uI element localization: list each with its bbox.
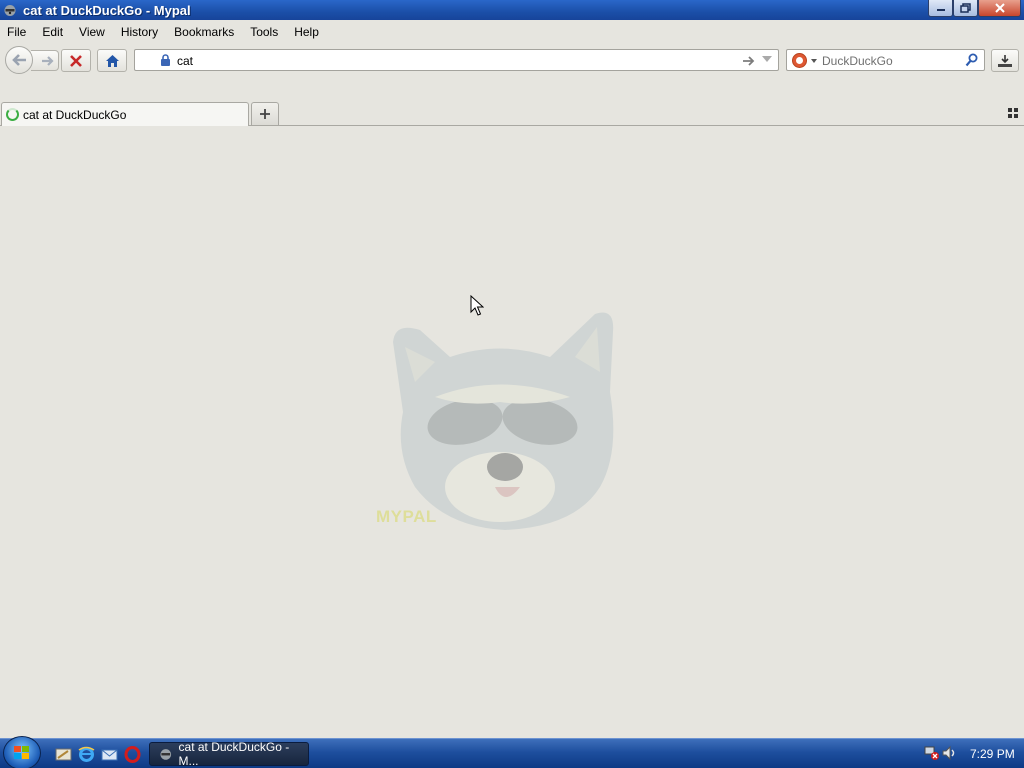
url-input[interactable]: cat	[177, 54, 193, 68]
url-bar[interactable]: cat	[134, 49, 779, 71]
start-button[interactable]	[3, 736, 41, 768]
chevron-down-icon[interactable]	[811, 59, 817, 63]
menu-bar: File Edit View History Bookmarks Tools H…	[0, 22, 327, 42]
downloads-button[interactable]	[991, 49, 1019, 72]
menu-history[interactable]: History	[113, 25, 166, 39]
magnifier-icon[interactable]	[965, 53, 978, 67]
tab-strip: cat at DuckDuckGo	[0, 100, 1024, 126]
tab-label: cat at DuckDuckGo	[23, 108, 127, 122]
lock-icon	[161, 54, 170, 66]
mouse-cursor-icon	[470, 295, 484, 316]
stop-button[interactable]	[61, 49, 91, 72]
back-button[interactable]	[5, 46, 33, 74]
forward-button[interactable]	[31, 50, 59, 71]
list-all-tabs-button[interactable]	[1008, 108, 1018, 118]
close-icon	[994, 3, 1005, 13]
search-input[interactable]: DuckDuckGo	[822, 54, 893, 68]
menu-help[interactable]: Help	[286, 25, 327, 39]
navigation-toolbar: cat DuckDuckGo	[0, 44, 1024, 76]
taskbar: cat at DuckDuckGo - M... 7:29 PM	[0, 736, 1024, 768]
plus-icon	[260, 109, 270, 119]
stop-icon	[70, 54, 82, 67]
minimize-icon	[936, 9, 945, 11]
downloads-icon	[998, 54, 1012, 67]
loading-spinner-icon	[6, 108, 19, 121]
mypal-raccoon-logo	[393, 312, 614, 530]
search-bar[interactable]: DuckDuckGo	[786, 49, 985, 71]
windows-logo-icon	[14, 746, 29, 759]
url-history-dropdown[interactable]	[762, 56, 772, 62]
new-tab-button[interactable]	[251, 102, 279, 125]
back-arrow-icon	[12, 54, 26, 66]
mail-icon[interactable]	[101, 746, 118, 763]
menu-file[interactable]: File	[0, 25, 34, 39]
page-content[interactable]: MYPAL	[0, 127, 1024, 737]
restore-button[interactable]	[953, 0, 978, 17]
clock[interactable]: 7:29 PM	[970, 747, 1015, 761]
mypal-app-icon	[160, 749, 172, 760]
restore-icon	[960, 3, 971, 13]
forward-arrow-icon	[41, 55, 54, 66]
network-icon[interactable]	[924, 745, 940, 761]
home-button[interactable]	[97, 49, 127, 72]
opera-icon[interactable]	[124, 746, 141, 763]
internet-explorer-icon[interactable]	[78, 746, 95, 763]
go-arrow-icon[interactable]	[742, 54, 756, 68]
menu-edit[interactable]: Edit	[34, 25, 71, 39]
close-window-button[interactable]	[978, 0, 1021, 17]
window-titlebar[interactable]: cat at DuckDuckGo - Mypal	[0, 0, 1024, 20]
show-desktop-icon[interactable]	[55, 746, 72, 763]
mypal-app-icon	[4, 5, 16, 16]
minimize-button[interactable]	[928, 0, 953, 17]
watermark-text: MYPAL	[376, 507, 437, 526]
duckduckgo-engine-icon[interactable]	[792, 53, 807, 68]
home-icon	[105, 54, 119, 67]
tab-current[interactable]: cat at DuckDuckGo	[1, 102, 249, 126]
menu-tools[interactable]: Tools	[242, 25, 286, 39]
menu-view[interactable]: View	[71, 25, 113, 39]
taskbar-window-button[interactable]: cat at DuckDuckGo - M...	[149, 740, 309, 768]
volume-icon[interactable]	[941, 745, 957, 761]
taskbar-window-label: cat at DuckDuckGo - M...	[178, 740, 290, 768]
window-title: cat at DuckDuckGo - Mypal	[23, 2, 191, 18]
menu-bookmarks[interactable]: Bookmarks	[166, 25, 242, 39]
